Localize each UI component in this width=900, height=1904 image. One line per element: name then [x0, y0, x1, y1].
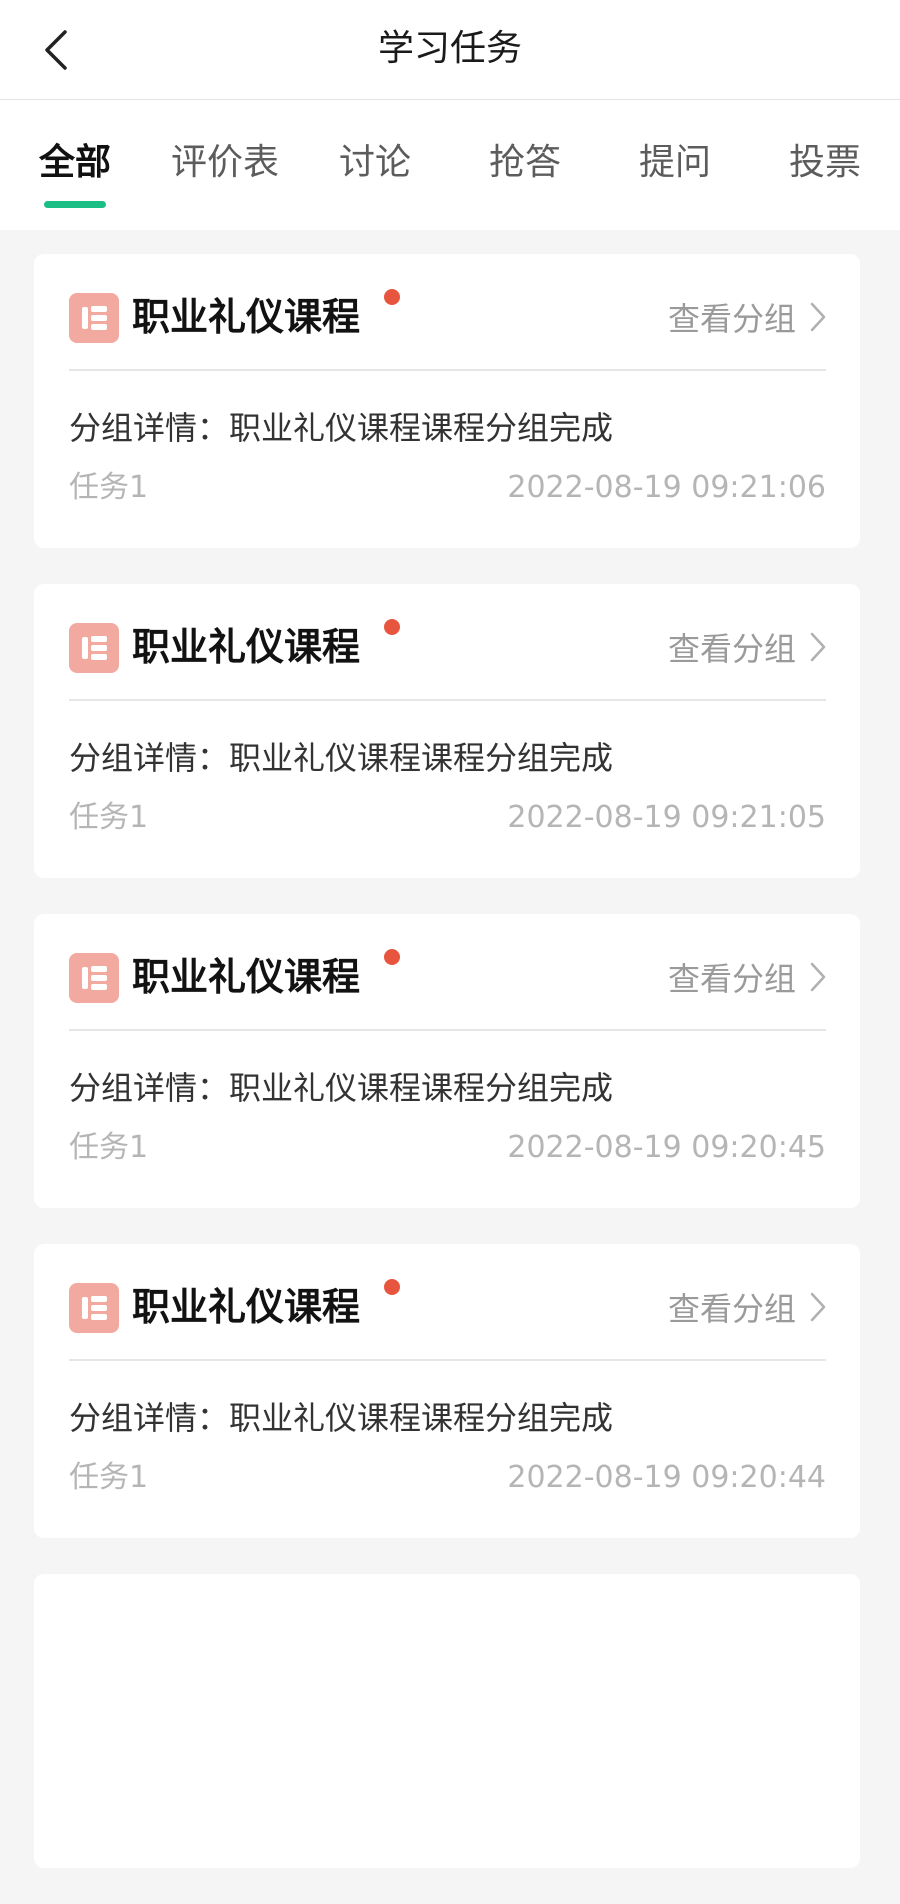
view-group-label: 查看分组	[667, 300, 796, 338]
view-group-link[interactable]: 查看分组	[668, 294, 826, 340]
task-timestamp: 2022-08-19 09:21:05	[507, 800, 826, 835]
task-card[interactable]: 职业礼仪课程 查看分组 分组详情：职业礼仪课程课程分组完成 任务1 2022-0…	[34, 584, 860, 878]
unread-dot	[384, 1279, 400, 1295]
tab-all[interactable]: 全部	[20, 138, 130, 188]
task-list: 职业礼仪课程 查看分组 分组详情：职业礼仪课程课程分组完成 任务1 2022-0…	[34, 254, 860, 1904]
task-timestamp: 2022-08-19 09:21:06	[507, 470, 826, 505]
card-divider	[69, 369, 826, 371]
tab-evaluation[interactable]: 评价表	[170, 138, 280, 188]
card-divider	[69, 1029, 826, 1031]
task-card[interactable]: 职业礼仪课程 查看分组 分组详情：职业礼仪课程课程分组完成 任务1 2022-0…	[34, 254, 860, 548]
group-detail: 分组详情：职业礼仪课程课程分组完成	[69, 739, 614, 777]
course-icon	[69, 953, 119, 1003]
view-group-link[interactable]: 查看分组	[668, 954, 826, 1000]
card-divider	[69, 699, 826, 701]
group-detail: 分组详情：职业礼仪课程课程分组完成	[69, 1069, 614, 1107]
card-title: 职业礼仪课程	[132, 1285, 361, 1329]
course-icon	[69, 1283, 119, 1333]
tab-question[interactable]: 提问	[620, 138, 730, 188]
tab-quick-answer[interactable]: 抢答	[470, 138, 580, 188]
tab-vote[interactable]: 投票	[770, 138, 880, 188]
top-nav-bar: 学习任务	[0, 0, 900, 100]
tab-bar: 全部 评价表 讨论 抢答 提问 投票	[0, 100, 900, 230]
view-group-label: 查看分组	[667, 630, 796, 668]
chevron-right-icon	[810, 1292, 826, 1322]
group-detail: 分组详情：职业礼仪课程课程分组完成	[69, 1399, 614, 1437]
task-name: 任务1	[69, 1460, 149, 1495]
chevron-right-icon	[810, 302, 826, 332]
task-card-partial[interactable]	[34, 1574, 860, 1868]
unread-dot	[384, 289, 400, 305]
chevron-right-icon	[810, 962, 826, 992]
unread-dot	[384, 949, 400, 965]
active-tab-indicator	[44, 201, 106, 208]
chevron-right-icon	[810, 632, 826, 662]
task-name: 任务1	[69, 470, 149, 505]
course-icon	[69, 623, 119, 673]
view-group-link[interactable]: 查看分组	[668, 624, 826, 670]
tab-discussion[interactable]: 讨论	[320, 138, 430, 188]
card-title: 职业礼仪课程	[132, 955, 361, 999]
task-card[interactable]: 职业礼仪课程 查看分组 分组详情：职业礼仪课程课程分组完成 任务1 2022-0…	[34, 1244, 860, 1538]
task-name: 任务1	[69, 800, 149, 835]
course-icon	[69, 293, 119, 343]
card-title: 职业礼仪课程	[132, 295, 361, 339]
page-title: 学习任务	[377, 28, 522, 69]
task-timestamp: 2022-08-19 09:20:45	[507, 1130, 826, 1165]
view-group-label: 查看分组	[667, 960, 796, 998]
card-title: 职业礼仪课程	[132, 625, 361, 669]
card-divider	[69, 1359, 826, 1361]
view-group-link[interactable]: 查看分组	[668, 1284, 826, 1330]
view-group-label: 查看分组	[667, 1290, 796, 1328]
group-detail: 分组详情：职业礼仪课程课程分组完成	[69, 409, 614, 447]
unread-dot	[384, 619, 400, 635]
task-name: 任务1	[69, 1130, 149, 1165]
task-card[interactable]: 职业礼仪课程 查看分组 分组详情：职业礼仪课程课程分组完成 任务1 2022-0…	[34, 914, 860, 1208]
task-timestamp: 2022-08-19 09:20:44	[507, 1460, 826, 1495]
